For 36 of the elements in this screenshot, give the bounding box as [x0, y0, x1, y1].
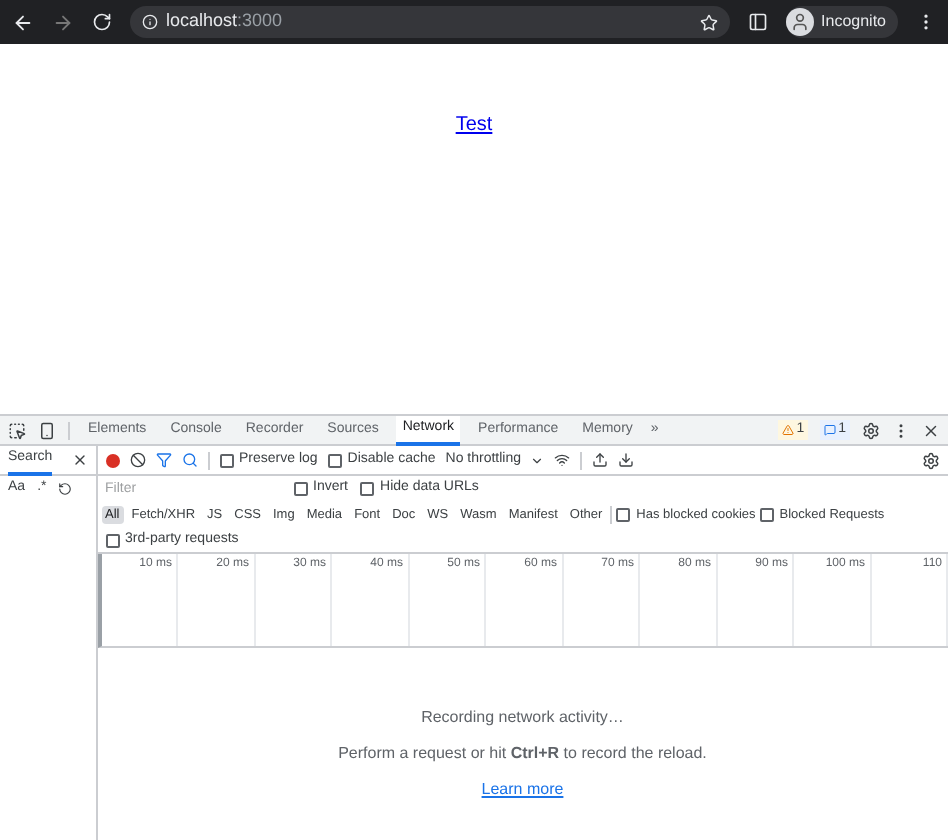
inspect-icon[interactable]	[8, 421, 26, 439]
import-icon[interactable]	[591, 452, 608, 468]
settings-icon[interactable]	[922, 451, 940, 469]
close-icon[interactable]	[922, 421, 940, 439]
incognito-icon	[785, 8, 814, 36]
checkbox[interactable]	[759, 508, 774, 522]
search-icon[interactable]	[181, 452, 197, 468]
profile-chip[interactable]: Incognito	[785, 6, 898, 38]
record-icon[interactable]	[105, 453, 119, 467]
checkbox[interactable]	[360, 482, 375, 496]
checkbox[interactable]	[327, 453, 342, 467]
close-icon[interactable]	[71, 452, 87, 468]
settings-icon[interactable]	[862, 421, 880, 439]
bookmark-star-icon[interactable]	[699, 13, 718, 31]
network-conditions-icon[interactable]	[553, 452, 570, 468]
reload-icon[interactable]	[92, 12, 112, 32]
test-link[interactable]: Test	[455, 110, 493, 140]
export-icon[interactable]	[617, 452, 634, 468]
info-icon[interactable]	[142, 14, 158, 30]
recording-message: Recording network activity…	[421, 706, 624, 730]
back-icon[interactable]	[12, 11, 34, 33]
checkbox[interactable]	[105, 533, 119, 547]
filter-icon[interactable]	[155, 452, 171, 468]
refresh-icon[interactable]	[58, 482, 73, 496]
checkbox[interactable]	[616, 508, 631, 522]
clear-icon[interactable]	[129, 452, 145, 468]
reload-hint: Perform a request or hit Ctrl+R to record the reload.	[338, 742, 707, 766]
caret-icon	[529, 453, 544, 467]
device-icon[interactable]	[38, 421, 56, 439]
address-bar[interactable]: localhost:3000	[130, 6, 730, 38]
forward-icon[interactable]	[52, 11, 74, 33]
side-panel-icon[interactable]	[747, 12, 768, 32]
checkbox[interactable]	[219, 453, 233, 467]
checkbox[interactable]	[293, 482, 307, 496]
address-text: localhost:3000	[166, 8, 285, 35]
learn-more-link[interactable]: Learn more	[481, 778, 564, 802]
